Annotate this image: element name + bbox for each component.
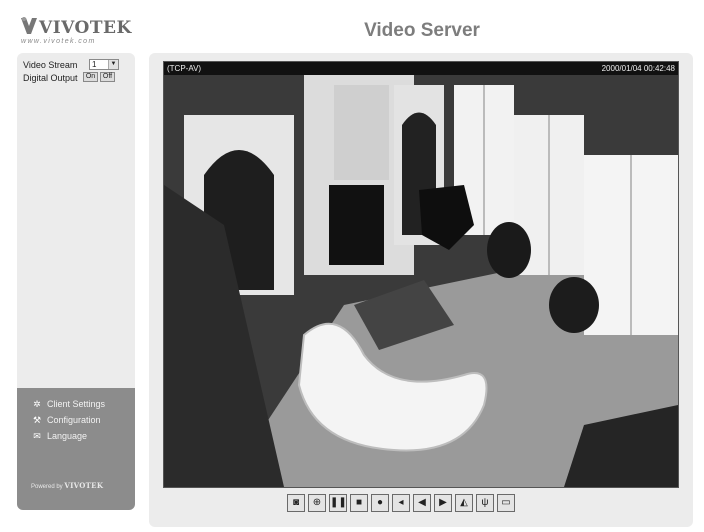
- left-sidebar: Video Stream 1 ▼ Digital Output On Off ✲…: [17, 53, 135, 510]
- digital-output-off-button[interactable]: Off: [100, 72, 115, 82]
- microphone-icon: ψ: [481, 497, 489, 508]
- stream-controls: Video Stream 1 ▼ Digital Output On Off: [23, 59, 119, 85]
- video-stream-label: Video Stream: [23, 60, 78, 70]
- stop-button[interactable]: ■: [350, 494, 368, 512]
- speaker-low-icon: ◂: [398, 497, 404, 508]
- logo-mark-icon: [21, 17, 37, 34]
- powered-by-brand: VIVOTEK: [64, 481, 104, 490]
- video-panel: (TCP-AV) 2000/01/04 00:42:48 ◙ ⊕ ❚❚ ■ ● …: [149, 53, 693, 527]
- stream-protocol: (TCP-AV): [167, 64, 202, 73]
- menu-item-language[interactable]: ✉ Language: [31, 429, 87, 443]
- video-stream-row: Video Stream 1 ▼: [23, 59, 119, 72]
- talk-icon: ▶: [439, 497, 447, 508]
- vivotek-logo[interactable]: VIVOTEK www.vivotek.com: [20, 16, 132, 50]
- video-frame: (TCP-AV) 2000/01/04 00:42:48: [163, 61, 679, 488]
- gear-icon: ✲: [33, 399, 41, 409]
- chevron-down-icon: ▼: [108, 60, 118, 69]
- logo-brand: VIVOTEK: [39, 18, 132, 38]
- volume-down-button[interactable]: ◂: [392, 494, 410, 512]
- record-button[interactable]: ●: [371, 494, 389, 512]
- video-stream-select[interactable]: 1 ▼: [89, 59, 119, 70]
- settings-menu: ✲ Client Settings ⚒ Configuration ✉ Languag…: [17, 388, 135, 510]
- camera-icon: ◙: [292, 497, 300, 508]
- speaker-high-icon: ◀: [418, 497, 426, 508]
- full-screen-button[interactable]: ▭: [497, 494, 515, 512]
- menu-item-client-settings[interactable]: ✲ Client Settings: [31, 397, 105, 411]
- logo-url: www.vivotek.com: [21, 38, 96, 45]
- speech-bubble-icon: ✉: [33, 431, 41, 441]
- full-screen-icon: ▭: [501, 497, 511, 508]
- client-settings-label: Client Settings: [47, 399, 106, 409]
- menu-item-configuration[interactable]: ⚒ Configuration: [31, 413, 101, 427]
- live-video-image[interactable]: [164, 75, 678, 487]
- video-info-bar: (TCP-AV) 2000/01/04 00:42:48: [164, 62, 678, 75]
- zoom-icon: ⊕: [312, 497, 322, 508]
- language-label: Language: [47, 431, 88, 441]
- digital-output-row: Digital Output On Off: [23, 72, 115, 85]
- page-title: Video Server: [364, 20, 480, 41]
- powered-by-label: Powered by: [31, 484, 63, 490]
- video-stream-value: 1: [92, 60, 97, 69]
- video-timestamp: 2000/01/04 00:42:48: [601, 64, 675, 73]
- pause-button[interactable]: ❚❚: [329, 494, 347, 512]
- digital-output-label: Digital Output: [23, 73, 78, 83]
- talk-button[interactable]: ▶: [434, 494, 452, 512]
- powered-by-footer: Powered by VIVOTEK: [31, 481, 103, 490]
- digital-zoom-button[interactable]: ⊕: [308, 494, 326, 512]
- mute-button[interactable]: ◭: [455, 494, 473, 512]
- snapshot-button[interactable]: ◙: [287, 494, 305, 512]
- record-icon: ●: [376, 497, 384, 508]
- stop-icon: ■: [355, 497, 363, 508]
- configuration-label: Configuration: [47, 415, 101, 425]
- digital-output-on-button[interactable]: On: [83, 72, 98, 82]
- microphone-button[interactable]: ψ: [476, 494, 494, 512]
- mute-icon: ◭: [460, 497, 468, 508]
- wrench-icon: ⚒: [32, 415, 42, 425]
- volume-up-button[interactable]: ◀: [413, 494, 431, 512]
- pause-icon: ❚❚: [330, 497, 347, 508]
